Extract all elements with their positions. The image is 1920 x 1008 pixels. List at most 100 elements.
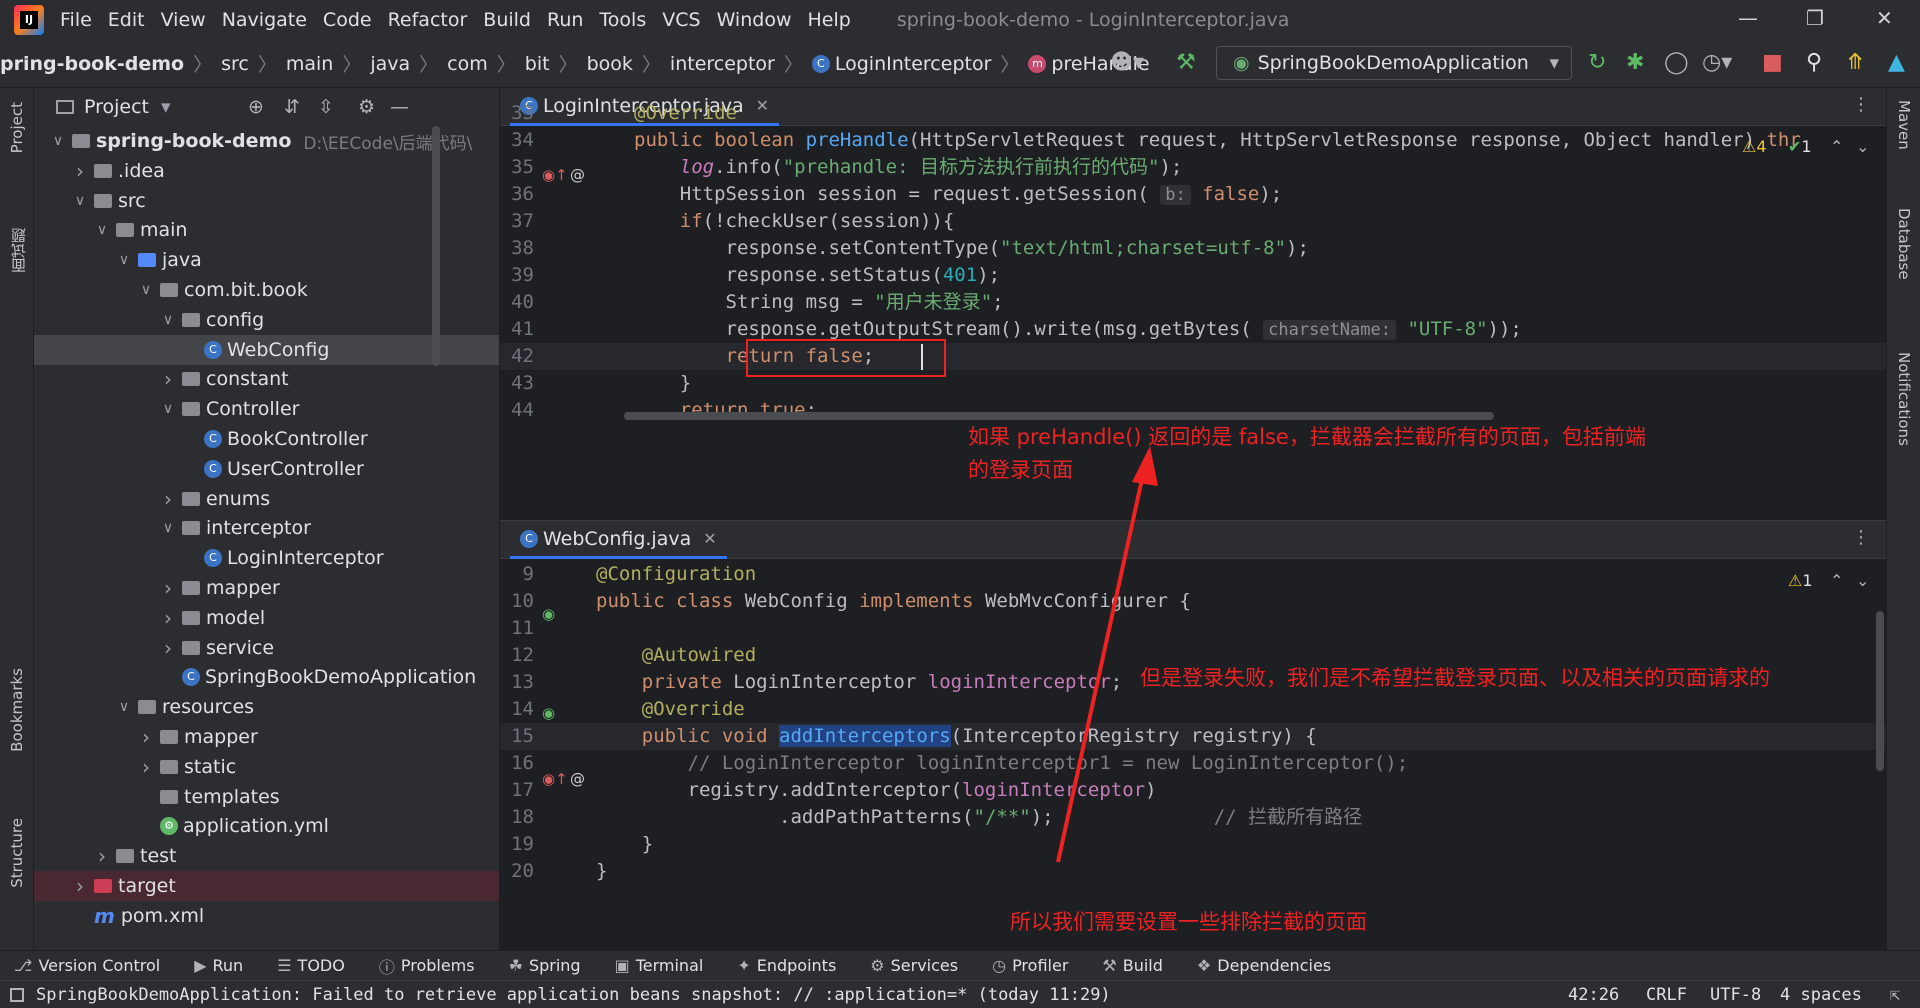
file-encoding[interactable]: UTF-8 [1710, 985, 1761, 1005]
menu-run[interactable]: Run [547, 9, 583, 31]
tool-window-spring[interactable]: ☘ Spring [509, 956, 581, 975]
close-tab-icon[interactable]: ✕ [703, 529, 716, 548]
code-line[interactable]: 16 // LoginInterceptor loginInterceptor1… [500, 750, 1886, 777]
breadcrumb-bit[interactable]: bit [525, 53, 550, 75]
tool-window-version-control[interactable]: ⎇ Version Control [14, 956, 160, 975]
vertical-scrollbar[interactable] [1876, 611, 1884, 771]
tree-item[interactable]: › target [34, 871, 499, 901]
user-icon[interactable]: ☻▾ [1110, 50, 1144, 75]
expand-all-icon[interactable]: ⇵ [284, 96, 300, 118]
menu-edit[interactable]: Edit [108, 9, 145, 31]
plugin-icon[interactable]: ▲ [1888, 50, 1905, 75]
chevron-down-icon[interactable]: ∨ [160, 401, 176, 417]
tree-item[interactable]: › .idea [34, 156, 499, 186]
tree-item[interactable]: ∨ com.bit.book [34, 275, 499, 305]
code-line[interactable]: 10 public class WebConfig implements WebM… [500, 588, 1886, 615]
chevron-down-icon[interactable]: ∨ [72, 193, 88, 209]
hide-panel-icon[interactable]: — [390, 96, 409, 118]
code-line[interactable]: 20} [500, 858, 1886, 885]
notifications-tool-tab[interactable]: Notifications [1895, 352, 1913, 446]
tool-window-dependencies[interactable]: ❖ Dependencies [1197, 956, 1331, 975]
menu-view[interactable]: View [161, 9, 206, 31]
project-tool-tab[interactable]: Project [8, 102, 26, 153]
line-separator[interactable]: CRLF [1646, 985, 1687, 1005]
lock-icon[interactable]: ⇱ [1890, 985, 1900, 1005]
annotation-marker-icon[interactable]: @ [570, 166, 585, 184]
menu-tools[interactable]: Tools [599, 9, 646, 31]
editor-web-config[interactable]: C WebConfig.java ✕ ⋮ 9 @Configuration 10 pu… [500, 520, 1886, 950]
update-icon[interactable]: ⤊ [1846, 50, 1864, 75]
tab-web-config[interactable]: C WebConfig.java ✕ [510, 521, 727, 559]
warning-icon[interactable]: ⚠1 [1788, 571, 1813, 590]
tree-item[interactable]: › model [34, 603, 499, 633]
breadcrumb-class[interactable]: LoginInterceptor [835, 53, 992, 75]
tool-window-endpoints[interactable]: ✦ Endpoints [737, 956, 836, 975]
restore-icon[interactable]: ❐ [1806, 6, 1824, 30]
code-line[interactable]: 33 @Override [500, 100, 1886, 127]
code-line[interactable]: 14 @Override [500, 696, 1886, 723]
tree-item[interactable]: ⚙ application.yml [34, 811, 499, 841]
database-tool-tab[interactable]: Database [1895, 208, 1913, 280]
tree-item[interactable]: C UserController [34, 454, 499, 484]
code-line[interactable]: 43 } [500, 370, 1886, 397]
breadcrumb-interceptor[interactable]: interceptor [670, 53, 775, 75]
chevron-down-icon[interactable]: ∨ [138, 282, 154, 298]
tree-item[interactable]: › enums [34, 484, 499, 514]
tree-item[interactable]: › mapper [34, 722, 499, 752]
tree-scrollbar[interactable] [432, 126, 440, 366]
tree-item[interactable]: ∨ resources [34, 692, 499, 722]
editor-login-interceptor[interactable]: C LoginInterceptor.java ✕ ⋮ 33 @Override 3… [500, 88, 1886, 434]
tree-item[interactable]: templates [34, 782, 499, 812]
stop-icon[interactable]: ■ [1762, 50, 1783, 75]
tree-item[interactable]: › service [34, 633, 499, 663]
tool-window-services[interactable]: ⚙ Services [870, 956, 958, 975]
breadcrumb-java[interactable]: java [370, 53, 410, 75]
tool-window-run[interactable]: ▶ Run [194, 956, 243, 975]
tree-item[interactable]: C BookController [34, 424, 499, 454]
breadcrumb-com[interactable]: com [447, 53, 488, 75]
tree-item[interactable]: ∨ src [34, 186, 499, 216]
tree-item[interactable]: ∨ config [34, 305, 499, 335]
indent-setting[interactable]: 4 spaces [1780, 985, 1862, 1005]
tree-item[interactable]: ∨ java [34, 245, 499, 275]
menu-window[interactable]: Window [717, 9, 792, 31]
close-icon[interactable]: ✕ [1876, 6, 1893, 30]
menu-refactor[interactable]: Refactor [388, 9, 468, 31]
code-line[interactable]: 17 registry.addInterceptor(loginIntercep… [500, 777, 1886, 804]
tree-item[interactable]: ∨ spring-book-demo D:\EECode\后端代码\ [34, 126, 499, 156]
tool-window-profiler[interactable]: ◷ Profiler [992, 956, 1068, 975]
tool-window-todo[interactable]: ☰ TODO [277, 956, 345, 975]
chevron-right-icon[interactable]: › [72, 874, 88, 898]
check-icon[interactable]: ✔1 [1788, 137, 1812, 156]
spring-bean-icon[interactable]: ◉ [542, 605, 555, 623]
tool-window-terminal[interactable]: ▣ Terminal [615, 956, 704, 975]
tree-item[interactable]: › static [34, 752, 499, 782]
chevron-right-icon[interactable]: › [94, 844, 110, 868]
menu-code[interactable]: Code [323, 9, 372, 31]
tree-item[interactable]: C LoginInterceptor [34, 543, 499, 573]
caret-position[interactable]: 42:26 [1568, 985, 1619, 1005]
breadcrumb-main[interactable]: main [286, 53, 333, 75]
run-configuration-select[interactable]: ◉ SpringBookDemoApplication ▾ [1216, 46, 1572, 80]
tool-window-problems[interactable]: ⓘ Problems [379, 954, 475, 978]
chevron-right-icon[interactable]: › [160, 606, 176, 630]
breadcrumb-project[interactable]: pring-book-demo [0, 53, 184, 75]
code-line[interactable]: 41 response.getOutputStream().write(msg.… [500, 316, 1886, 343]
chevron-down-icon[interactable]: ∨ [50, 133, 66, 149]
next-highlight-icon[interactable]: ⌄ [1856, 571, 1869, 590]
override-marker-icon[interactable]: ◉↑ [542, 770, 568, 788]
locate-icon[interactable]: ⊕ [248, 96, 264, 118]
coverage-icon[interactable]: ◯ [1664, 50, 1689, 75]
tree-item[interactable]: ∨ main [34, 215, 499, 245]
chevron-down-icon[interactable]: ∨ [160, 520, 176, 536]
warning-icon[interactable]: ⚠4 [1742, 137, 1767, 156]
chevron-down-icon[interactable]: ∨ [160, 312, 176, 328]
prev-highlight-icon[interactable]: ⌃ [1830, 571, 1843, 590]
code-line[interactable]: 36 HttpSession session = request.getSess… [500, 181, 1886, 208]
code-line[interactable]: 11 [500, 615, 1886, 642]
code-line[interactable]: 37 if(!checkUser(session)){ [500, 208, 1886, 235]
next-highlight-icon[interactable]: ⌄ [1856, 137, 1869, 156]
bookmarks-tool-tab[interactable]: Bookmarks [8, 668, 26, 752]
chevron-right-icon[interactable]: › [160, 367, 176, 391]
breadcrumb-src[interactable]: src [221, 53, 249, 75]
